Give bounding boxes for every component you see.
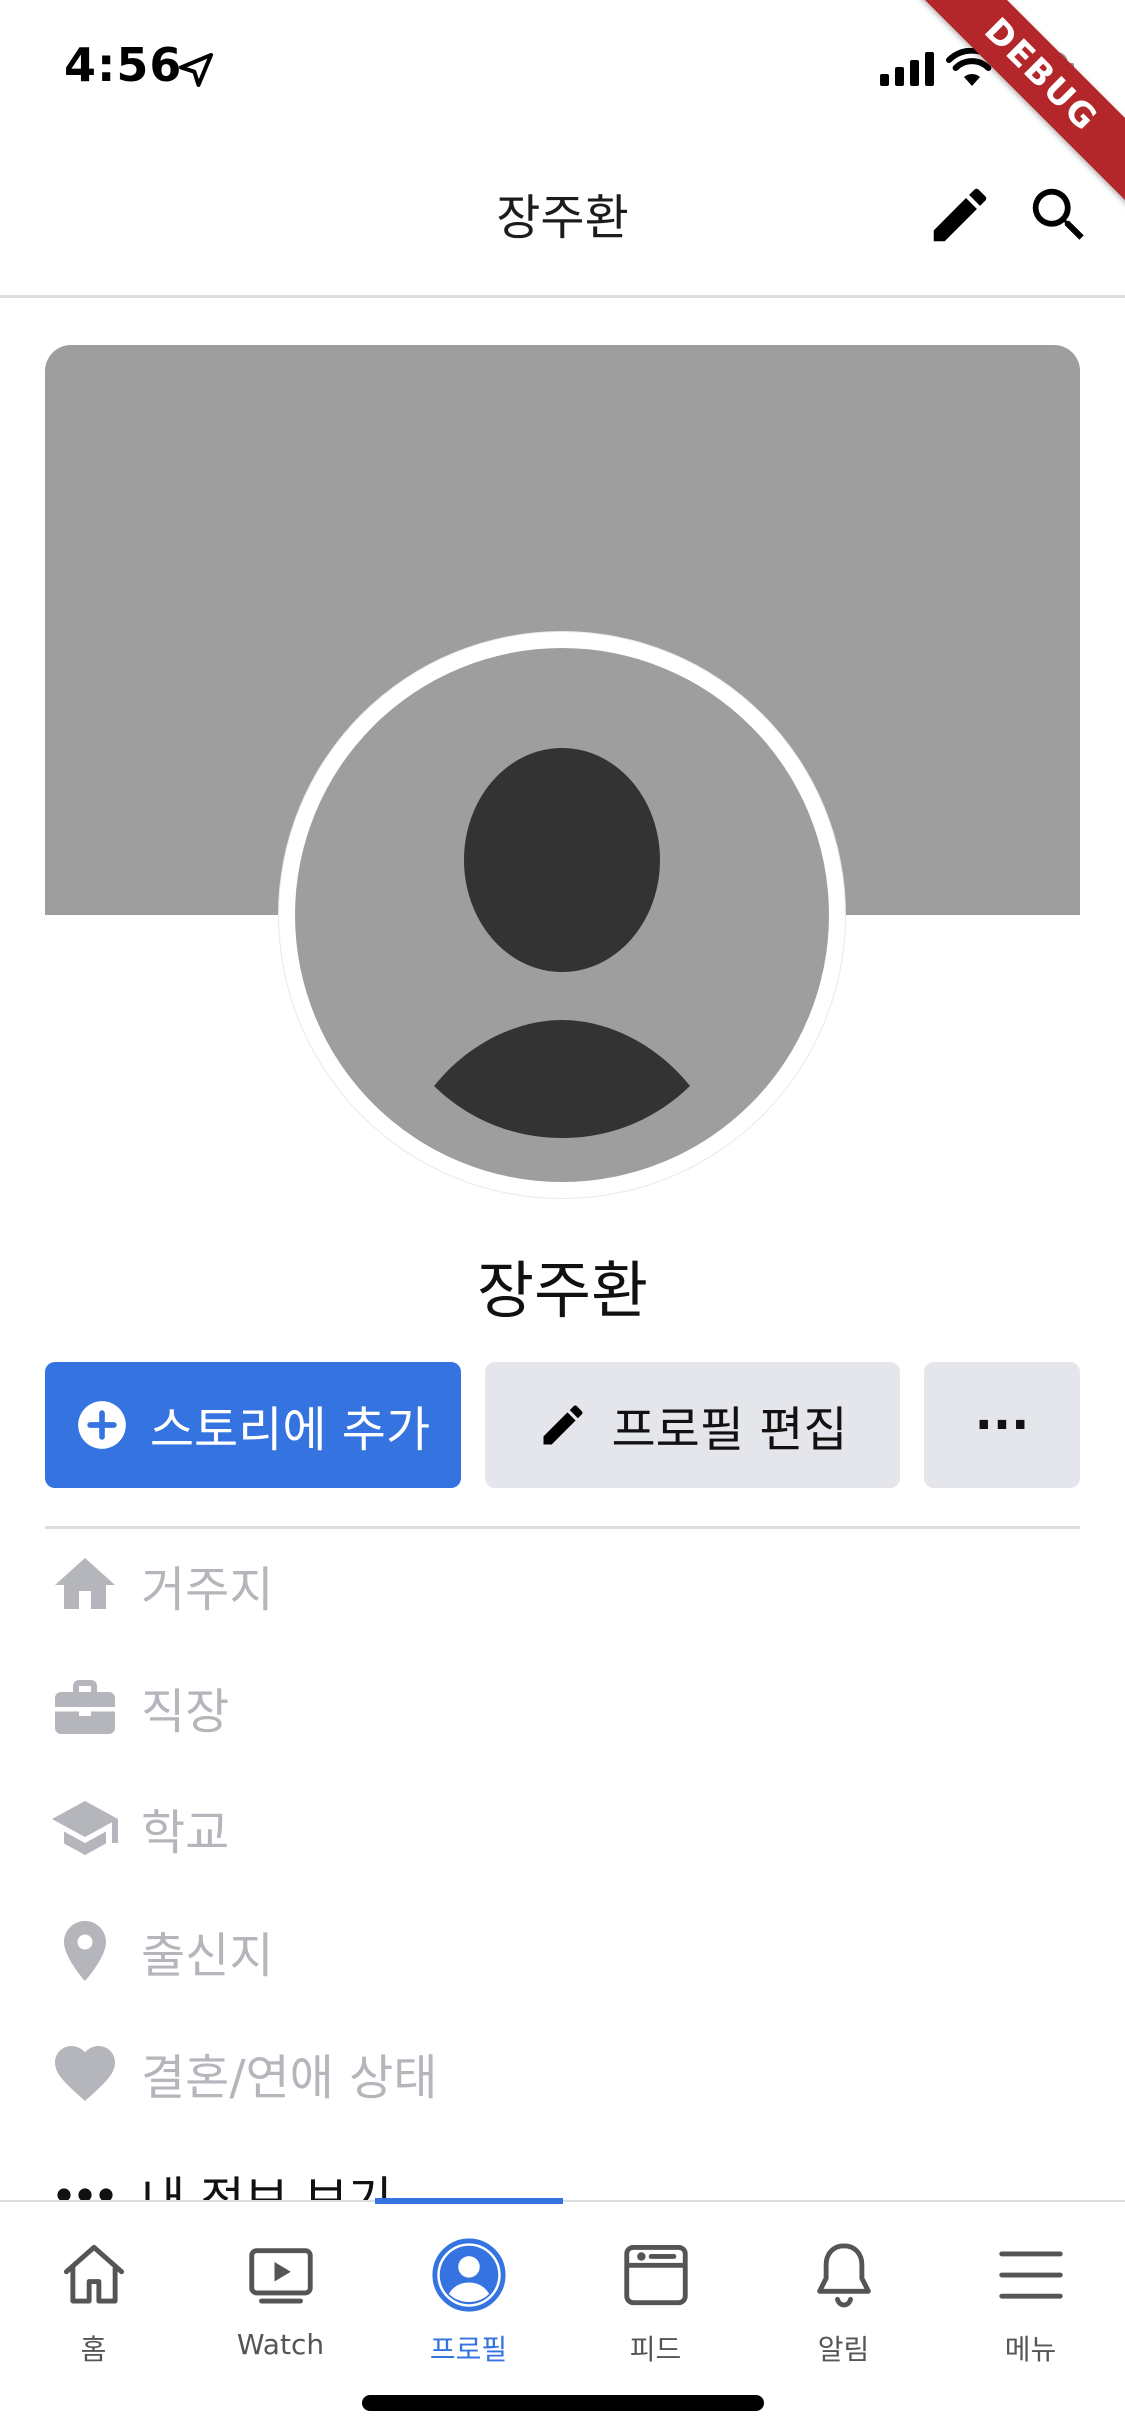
tab-label: 홈 [80, 2333, 107, 2366]
graduation-cap-icon [49, 1792, 121, 1864]
briefcase-icon [49, 1671, 121, 1743]
add-story-label: 스토리에 추가 [149, 1402, 431, 1458]
person-silhouette-icon [434, 748, 690, 1138]
tab-profile[interactable]: 프로필 [375, 2202, 562, 2382]
info-label: 학교 [141, 1805, 230, 1861]
edit-pencil-icon[interactable] [925, 180, 995, 250]
tab-feed[interactable]: 피드 [562, 2202, 749, 2382]
pencil-icon [537, 1399, 589, 1451]
tab-label: 프로필 [429, 2333, 508, 2366]
tab-notifications[interactable]: 알림 [750, 2202, 937, 2382]
tab-label: Watch [236, 2328, 325, 2361]
bell-icon [805, 2236, 883, 2314]
home-icon [49, 1549, 121, 1621]
tab-label: 메뉴 [1004, 2333, 1057, 2366]
profile-name: 장주환 [476, 1254, 649, 1327]
tab-home[interactable]: 홈 [0, 2202, 187, 2382]
home-indicator[interactable] [362, 2395, 764, 2411]
tab-label: 피드 [629, 2333, 682, 2366]
add-story-button[interactable]: 스토리에 추가 [45, 1362, 461, 1488]
edit-profile-label: 프로필 편집 [611, 1402, 848, 1458]
info-label: 출신지 [141, 1928, 274, 1984]
feed-icon [617, 2236, 695, 2314]
tab-menu[interactable]: 메뉴 [937, 2202, 1124, 2382]
profile-circle-icon [430, 2236, 508, 2314]
status-time: 4:56 [64, 38, 183, 92]
info-item-workplace[interactable]: 직장 [45, 1662, 1080, 1752]
info-label: 결혼/연애 상태 [141, 2050, 438, 2106]
location-arrow-icon [179, 53, 213, 87]
info-item-residence[interactable]: 거주지 [45, 1540, 1080, 1630]
location-pin-icon [49, 1915, 121, 1987]
info-item-relationship[interactable]: 결혼/연애 상태 [45, 2028, 1080, 2118]
app-bar: 장주환 [0, 140, 1125, 298]
info-label: 직장 [141, 1684, 230, 1740]
info-item-school[interactable]: 학교 [45, 1783, 1080, 1873]
info-label: 거주지 [141, 1562, 274, 1618]
home-outline-icon [55, 2236, 133, 2314]
watch-video-icon [242, 2236, 320, 2314]
heart-icon [49, 2037, 121, 2109]
signal-icon [880, 52, 934, 86]
avatar[interactable] [295, 648, 829, 1182]
tab-watch[interactable]: Watch [187, 2202, 374, 2382]
tab-label: 알림 [817, 2333, 870, 2366]
info-item-hometown[interactable]: 출신지 [45, 1906, 1080, 1996]
add-circle-icon [76, 1399, 128, 1451]
more-options-label: ··· [974, 1397, 1030, 1453]
menu-icon [992, 2236, 1070, 2314]
more-options-button[interactable]: ··· [924, 1362, 1080, 1488]
search-icon[interactable] [1024, 180, 1094, 250]
edit-profile-button[interactable]: 프로필 편집 [485, 1362, 900, 1488]
divider [45, 1526, 1080, 1529]
